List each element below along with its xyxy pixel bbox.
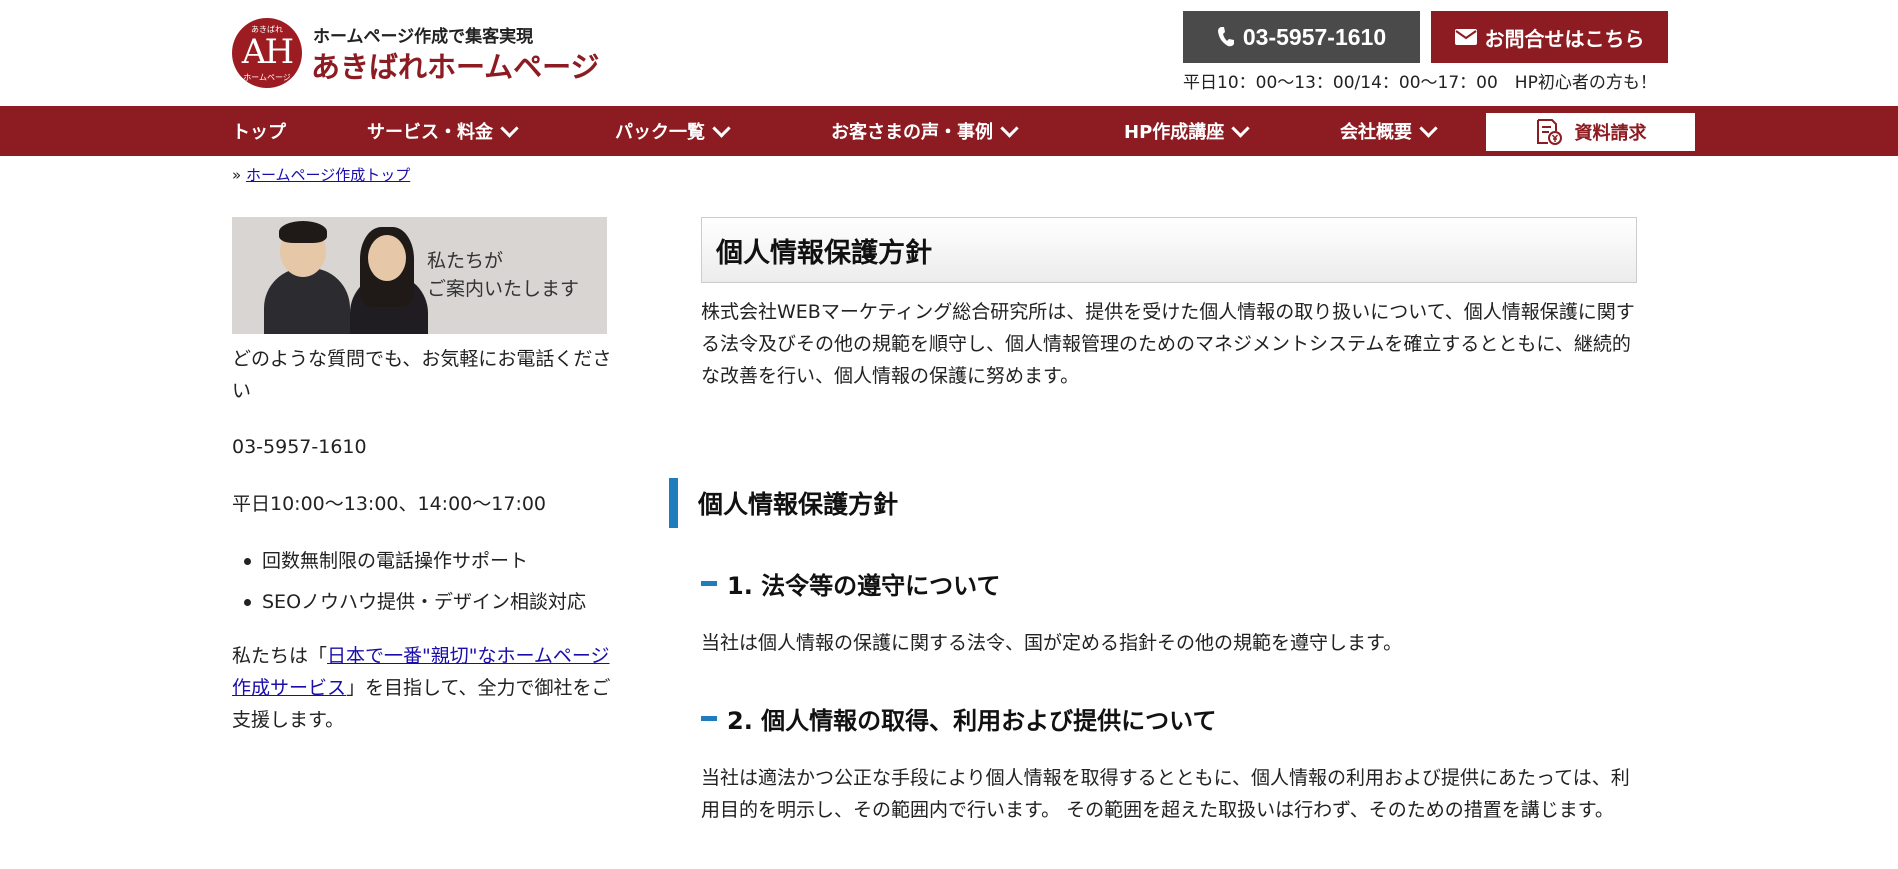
section-heading: 個人情報保護方針	[669, 478, 898, 528]
breadcrumb-separator: »	[232, 166, 242, 184]
banner-caption-line2: ご案内いたします	[427, 278, 580, 300]
nav-item-label: パック一覧	[615, 122, 705, 143]
logo[interactable]: あきばれ AH ホームページ	[232, 18, 302, 88]
feature-list: 回数無制限の電話操作サポート SEOノウハウ提供・デザイン相談対応	[232, 543, 586, 625]
banner-caption-line1: 私たちが	[427, 250, 504, 272]
nav-item-label: サービス・料金	[367, 122, 493, 143]
request-documents-button[interactable]: 資料請求	[1486, 113, 1695, 151]
nav-item-label: お客さまの声・事例	[831, 122, 993, 143]
sidebar-hours: 平日10:00〜13:00、14:00〜17:00	[232, 493, 547, 515]
nav-item-company[interactable]: 会社概要	[1340, 106, 1438, 156]
chevron-down-icon	[1419, 118, 1438, 138]
intro-paragraph: 株式会社WEBマーケティング総合研究所は、提供を受けた個人情報の取り扱いについて…	[701, 301, 1635, 387]
chevron-down-icon	[1231, 118, 1250, 138]
nav-item-top[interactable]: トップ	[232, 106, 286, 156]
chevron-down-icon	[712, 118, 731, 138]
breadcrumb-home-link[interactable]: ホームページ作成トップ	[246, 166, 410, 184]
sidebar-phone: 03-5957-1610	[232, 436, 367, 458]
logo-mark-bottom: ホームページ	[243, 73, 291, 82]
subsection-heading-label: 2. 個人情報の取得、利用および提供について	[727, 707, 1217, 735]
nav-item-services[interactable]: サービス・料金	[367, 106, 519, 156]
logo-mark-letters: AH	[241, 32, 294, 72]
chevron-down-icon	[1000, 118, 1019, 138]
contact-button[interactable]: お問合せはこちら	[1431, 11, 1668, 63]
nav-item-testimonials[interactable]: お客さまの声・事例	[831, 106, 1019, 156]
envelope-icon	[1454, 29, 1477, 45]
nav-item-packages[interactable]: パック一覧	[615, 106, 731, 156]
phone-button-label: 03-5957-1610	[1242, 23, 1387, 50]
heading-marker	[701, 716, 717, 721]
main-navigation: トップ サービス・料金 パック一覧 お客さまの声・事例 HP作成講座 会社概要 …	[0, 106, 1898, 156]
phone-button[interactable]: 03-5957-1610	[1183, 11, 1420, 63]
nav-item-hp-course[interactable]: HP作成講座	[1124, 106, 1250, 156]
request-documents-label: 資料請求	[1574, 123, 1647, 144]
mission-text-pre: 私たちは「	[232, 645, 328, 667]
heading-marker	[701, 581, 717, 586]
staff-man-hair	[279, 221, 327, 243]
nav-item-label: HP作成講座	[1124, 122, 1225, 143]
list-item: 回数無制限の電話操作サポート	[232, 543, 586, 584]
contact-button-label: お問合せはこちら	[1484, 26, 1645, 51]
staff-man-figure	[264, 268, 350, 334]
subsection-heading-2: 2. 個人情報の取得、利用および提供について	[701, 701, 1216, 736]
list-item: SEOノウハウ提供・デザイン相談対応	[232, 584, 586, 625]
breadcrumb: » ホームページ作成トップ	[232, 164, 410, 185]
sidebar-mission: 私たちは「日本で一番"親切"なホームページ作成サービス」を目指して、全力で御社を…	[232, 640, 612, 736]
business-hours: 平日10：00〜13：00/14：00〜17：00 HP初心者の方も！	[1183, 73, 1657, 93]
nav-item-label: トップ	[232, 122, 286, 143]
nav-item-label: 会社概要	[1340, 122, 1412, 143]
site-brand-name[interactable]: あきばれホームページ	[311, 44, 600, 86]
subsection-heading-1: 1. 法令等の遵守について	[701, 566, 1000, 601]
chevron-down-icon	[500, 118, 519, 138]
support-staff-banner: 私たちが ご案内いたします	[232, 217, 607, 334]
site-header: あきばれ AH ホームページ ホームページ作成で集客実現 あきばれホームページ …	[0, 0, 1898, 106]
banner-caption: 私たちが ご案内いたします	[427, 247, 579, 303]
phone-icon	[1217, 27, 1234, 47]
subsection-heading-label: 1. 法令等の遵守について	[727, 572, 1001, 600]
subsection-body-1: 当社は個人情報の保護に関する法令、国が定める指針その他の規範を遵守します。	[701, 632, 1403, 654]
subsection-body-2: 当社は適法かつ公正な手段により個人情報を取得するとともに、個人情報の利用および提…	[701, 767, 1630, 821]
page-title: 個人情報保護方針	[701, 217, 1637, 283]
sidebar-intro: どのような質問でも、お気軽にお電話ください	[232, 348, 612, 402]
document-yen-icon	[1536, 119, 1562, 145]
staff-woman-head	[368, 235, 406, 281]
